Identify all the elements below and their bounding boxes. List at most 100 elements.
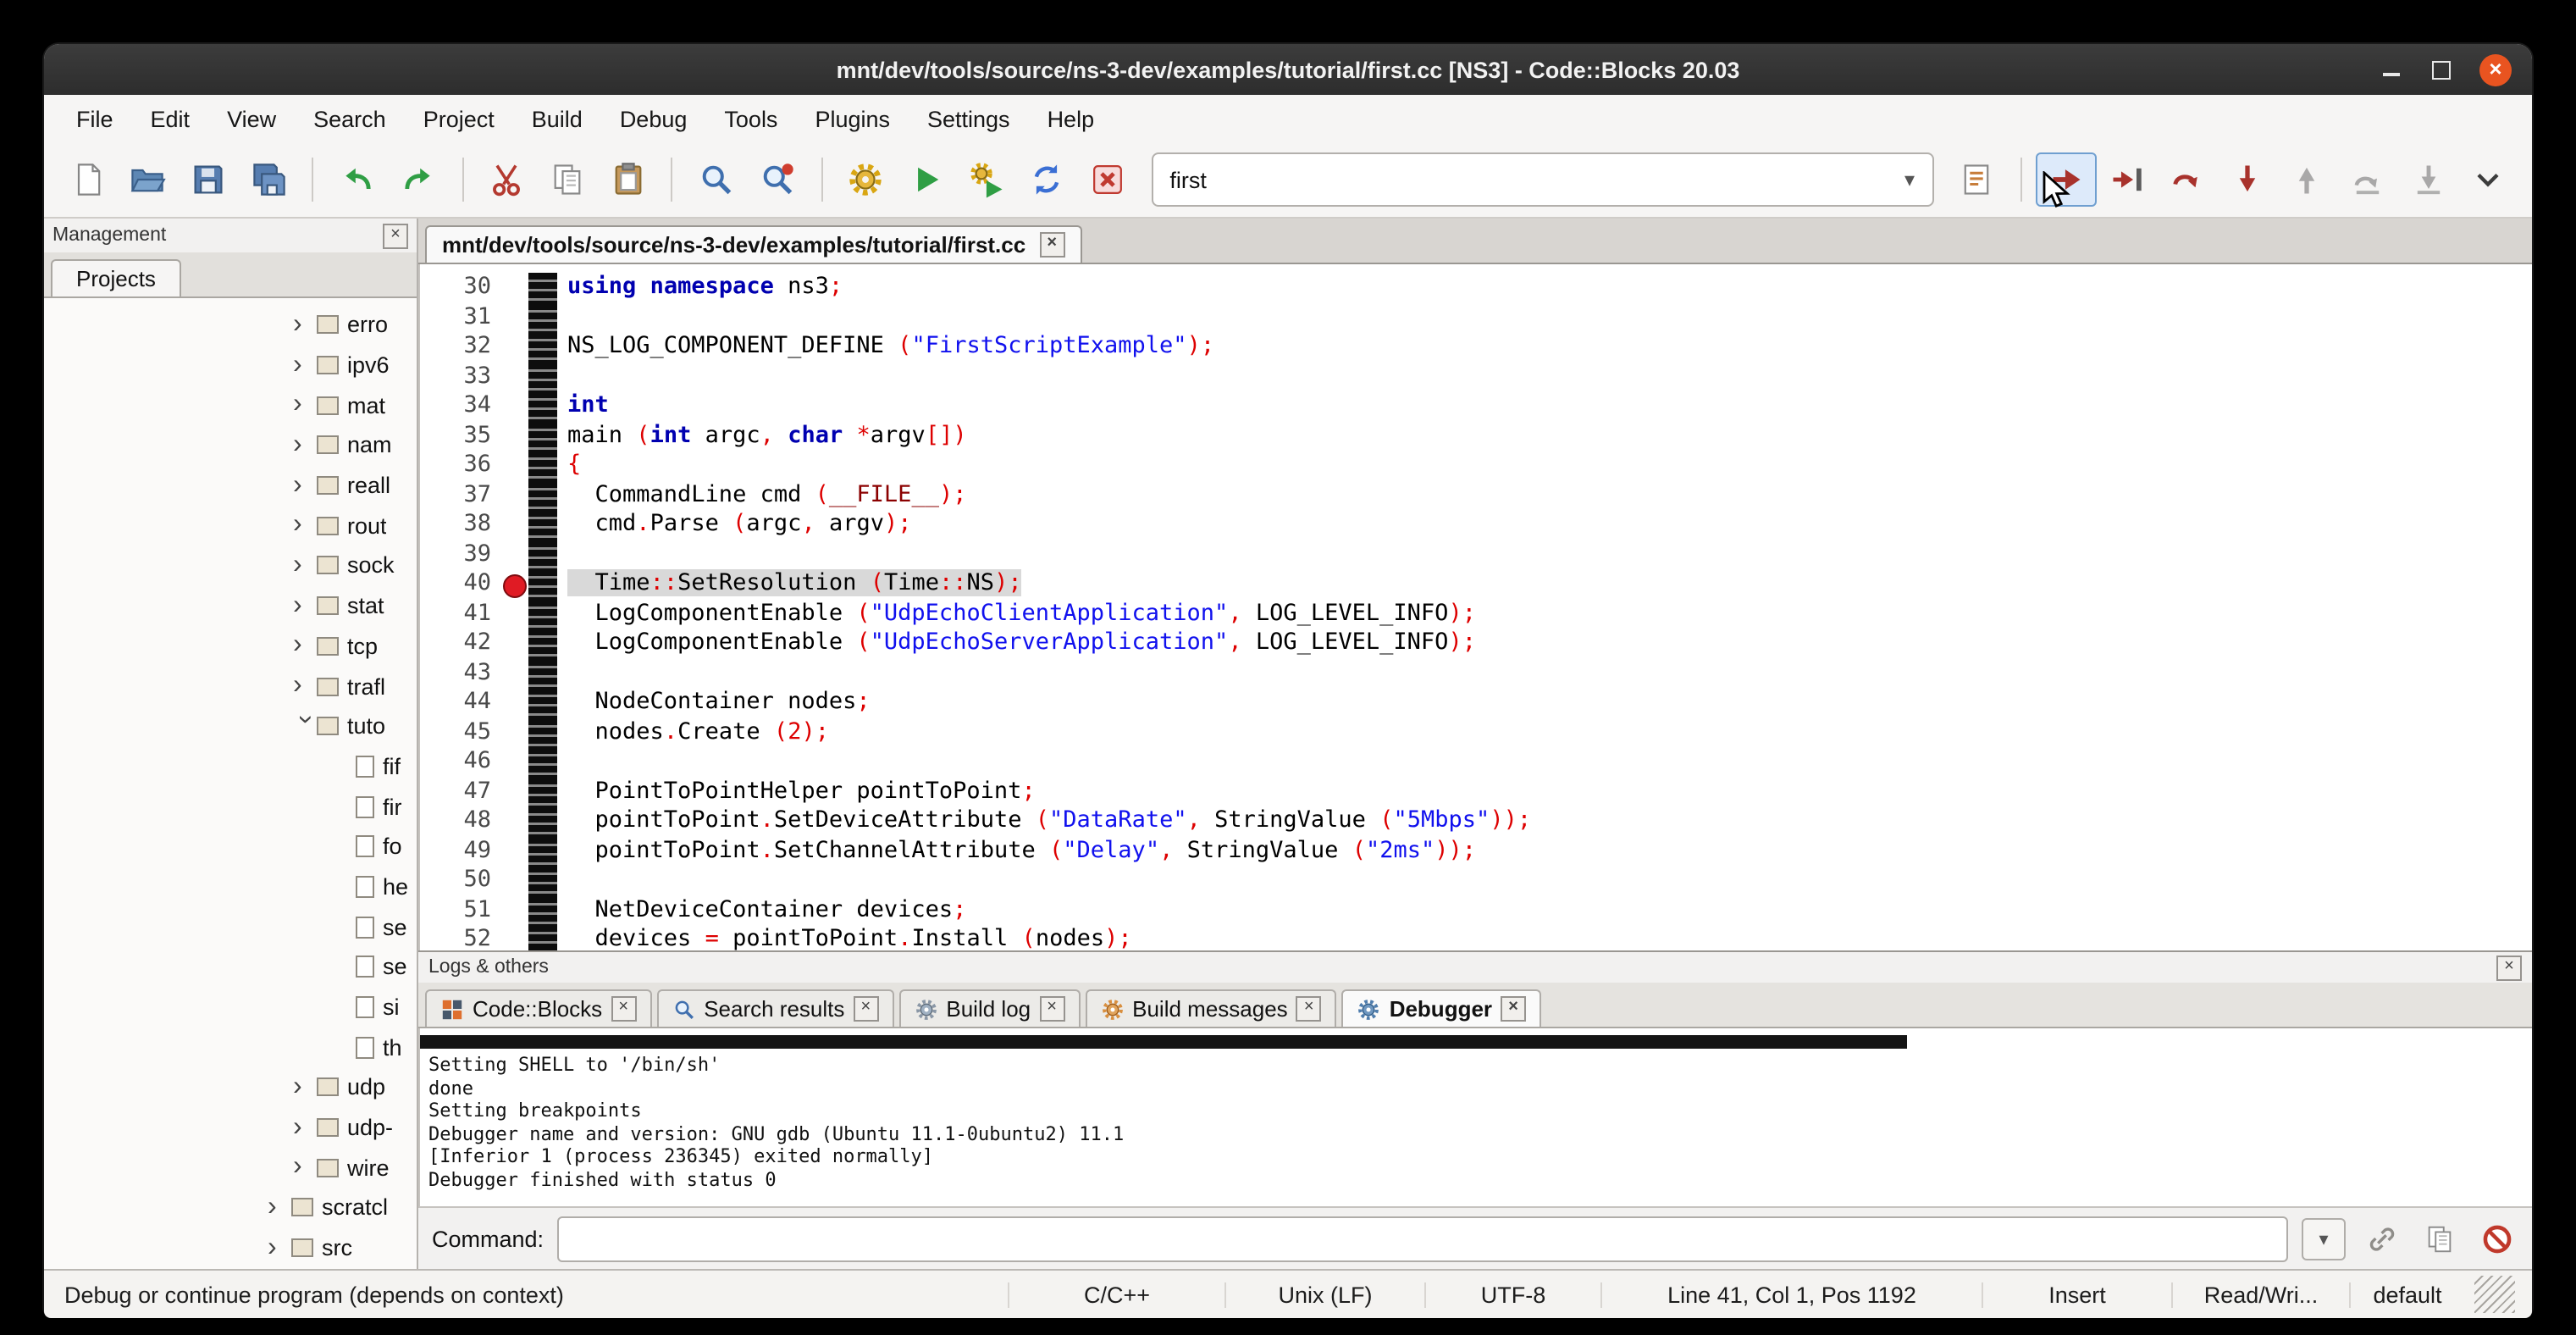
code-text[interactable]: pointToPoint.SetDeviceAttribute ("DataRa… <box>557 806 1531 836</box>
menu-search[interactable]: Search <box>295 99 405 138</box>
tree-item[interactable]: he <box>44 867 417 906</box>
step-into-instruction-button[interactable] <box>2398 152 2458 207</box>
line-number[interactable]: 40 <box>420 569 501 599</box>
tree-item[interactable]: fo <box>44 827 417 867</box>
chevron-right-icon[interactable] <box>293 312 317 339</box>
breakpoint-margin[interactable] <box>501 599 528 629</box>
breakpoint-margin[interactable] <box>501 806 528 836</box>
paste-button[interactable] <box>598 152 658 207</box>
tree-item[interactable]: ipv6 <box>44 345 417 385</box>
line-number[interactable]: 49 <box>420 836 501 866</box>
breakpoint-margin[interactable] <box>501 451 528 480</box>
line-number[interactable]: 50 <box>420 866 501 895</box>
tree-item[interactable]: stat <box>44 586 417 626</box>
line-number[interactable]: 30 <box>420 273 501 302</box>
line-number[interactable]: 52 <box>420 925 501 950</box>
breakpoint-margin[interactable] <box>501 658 528 688</box>
run-to-cursor-button[interactable] <box>2097 152 2157 207</box>
save-all-button[interactable] <box>239 152 299 207</box>
line-number[interactable]: 32 <box>420 332 501 362</box>
tree-item[interactable]: erro <box>44 305 417 345</box>
line-number[interactable]: 44 <box>420 688 501 717</box>
code-text[interactable]: NS_LOG_COMPONENT_DEFINE ("FirstScriptExa… <box>557 332 1214 362</box>
resize-grip[interactable] <box>2474 1276 2515 1313</box>
code-text[interactable]: pointToPoint.SetChannelAttribute ("Delay… <box>557 836 1476 866</box>
line-number[interactable]: 51 <box>420 895 501 925</box>
tree-item[interactable]: sock <box>44 546 417 585</box>
tree-item[interactable]: tcp <box>44 626 417 666</box>
logs-close-icon[interactable] <box>2496 955 2522 980</box>
breakpoint-margin[interactable] <box>501 540 528 569</box>
code-text[interactable] <box>557 302 567 332</box>
code-text[interactable]: CommandLine cmd (__FILE__); <box>557 480 967 510</box>
breakpoint-margin[interactable] <box>501 925 528 950</box>
breakpoint-margin[interactable] <box>501 688 528 717</box>
breakpoint-margin[interactable] <box>501 629 528 658</box>
tree-item[interactable]: se <box>44 947 417 987</box>
find-button[interactable] <box>687 152 747 207</box>
tree-item[interactable]: si <box>44 987 417 1027</box>
logs-tab-code-blocks[interactable]: Code::Blocks <box>425 989 651 1027</box>
new-file-button[interactable] <box>58 152 118 207</box>
copy-log-button[interactable] <box>2417 1216 2461 1260</box>
code-text[interactable] <box>557 747 567 777</box>
debugger-log[interactable]: Setting SHELL to '/bin/sh'doneSetting br… <box>418 1028 2532 1206</box>
rebuild-button[interactable] <box>1017 152 1077 207</box>
menu-plugins[interactable]: Plugins <box>796 99 909 138</box>
breakpoint-margin[interactable] <box>501 362 528 391</box>
redo-button[interactable] <box>388 152 448 207</box>
breakpoint-margin[interactable] <box>501 747 528 777</box>
line-number[interactable]: 48 <box>420 806 501 836</box>
line-number[interactable]: 46 <box>420 747 501 777</box>
open-file-button[interactable] <box>118 152 178 207</box>
save-button[interactable] <box>178 152 238 207</box>
chevron-down-icon[interactable] <box>291 714 318 738</box>
breakpoint-margin[interactable] <box>501 777 528 806</box>
line-number[interactable]: 31 <box>420 302 501 332</box>
copy-button[interactable] <box>537 152 597 207</box>
code-text[interactable]: Time::SetResolution (Time::NS); <box>557 569 1022 599</box>
build-and-run-button[interactable] <box>957 152 1017 207</box>
code-text[interactable]: cmd.Parse (argc, argv); <box>557 510 912 540</box>
menu-settings[interactable]: Settings <box>909 99 1029 138</box>
code-text[interactable]: PointToPointHelper pointToPoint; <box>557 777 1036 806</box>
run-button[interactable] <box>897 152 957 207</box>
chevron-right-icon[interactable] <box>293 1114 317 1141</box>
tree-item[interactable]: mat <box>44 385 417 425</box>
abort-button[interactable] <box>1077 152 1137 207</box>
line-number[interactable]: 47 <box>420 777 501 806</box>
chevron-right-icon[interactable] <box>293 512 317 540</box>
breakpoint-margin[interactable] <box>501 569 528 599</box>
cut-button[interactable] <box>477 152 537 207</box>
titlebar[interactable]: mnt/dev/tools/source/ns-3-dev/examples/t… <box>44 44 2532 95</box>
line-number[interactable]: 38 <box>420 510 501 540</box>
chevron-right-icon[interactable] <box>293 592 317 619</box>
tab-close-icon[interactable] <box>611 996 636 1022</box>
tree-item[interactable]: reall <box>44 466 417 506</box>
menu-debug[interactable]: Debug <box>601 99 706 138</box>
menu-project[interactable]: Project <box>405 99 513 138</box>
build-target-combo[interactable]: first <box>1151 152 1933 207</box>
breakpoint-margin[interactable] <box>501 895 528 925</box>
tree-item[interactable]: fir <box>44 787 417 827</box>
code-text[interactable] <box>557 866 567 895</box>
maximize-button[interactable] <box>2432 60 2451 79</box>
menu-edit[interactable]: Edit <box>132 99 209 138</box>
tree-item[interactable]: udp <box>44 1067 417 1107</box>
line-number[interactable]: 33 <box>420 362 501 391</box>
next-instruction-button[interactable] <box>2337 152 2397 207</box>
line-number[interactable]: 42 <box>420 629 501 658</box>
stop-log-button[interactable] <box>2474 1216 2518 1260</box>
command-input[interactable] <box>557 1216 2288 1261</box>
minimize-button[interactable] <box>2380 58 2403 81</box>
step-into-button[interactable] <box>2217 152 2277 207</box>
tree-item[interactable]: trafl <box>44 666 417 706</box>
breakpoint-margin[interactable] <box>501 480 528 510</box>
line-number[interactable]: 35 <box>420 421 501 451</box>
breakpoint-margin[interactable] <box>501 717 528 747</box>
tree-item[interactable]: th <box>44 1028 417 1067</box>
logs-tab-build-log[interactable]: Build log <box>898 989 1080 1027</box>
incremental-search-button[interactable] <box>1947 152 2007 207</box>
tab-close-icon[interactable] <box>1501 996 1526 1022</box>
attach-button[interactable] <box>2359 1216 2403 1260</box>
